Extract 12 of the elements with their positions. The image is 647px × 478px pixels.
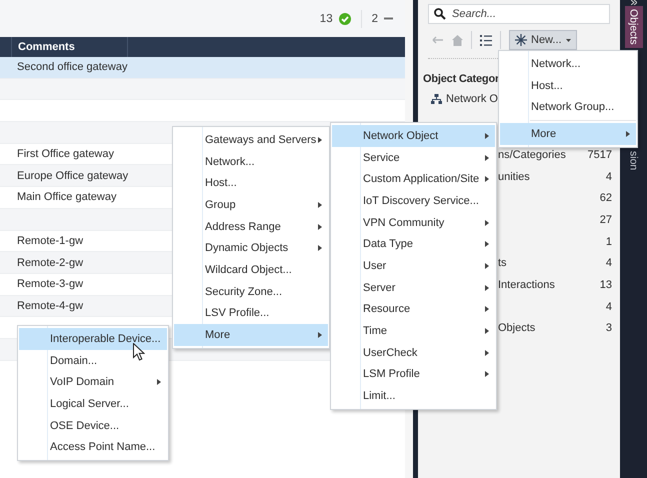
category-count: 27	[600, 214, 612, 226]
warning-count: 2	[372, 12, 378, 24]
section-title: Object Categor	[422, 72, 497, 85]
category-count: 1	[606, 236, 612, 248]
category-count: 13	[600, 278, 612, 291]
category-count: 3	[606, 322, 612, 334]
category-count: 4	[606, 300, 612, 313]
category-count: 62	[600, 192, 612, 204]
category-count: 4	[606, 257, 612, 270]
category-count: 7517	[588, 148, 612, 161]
category-count: 4	[606, 170, 612, 183]
passed-count: 13	[320, 12, 333, 24]
